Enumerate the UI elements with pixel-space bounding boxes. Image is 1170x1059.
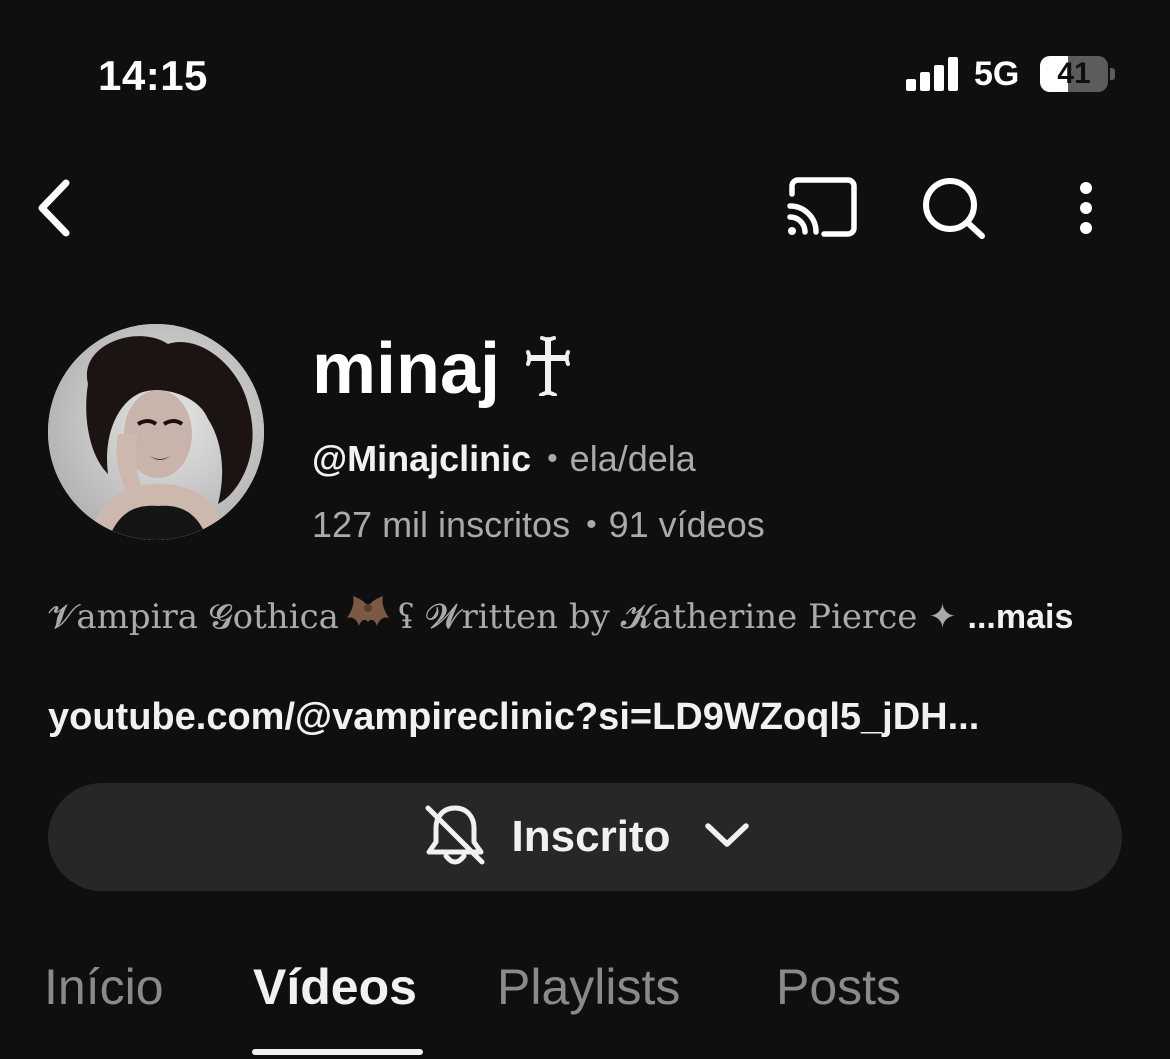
separator-dot: • <box>586 508 597 541</box>
cast-icon[interactable] <box>784 176 860 238</box>
tab-videos[interactable]: Vídeos <box>253 958 417 1016</box>
chevron-down-icon <box>704 820 750 855</box>
search-icon[interactable] <box>918 174 990 242</box>
channel-meta-row: @Minajclinic • ela/dela <box>312 438 696 480</box>
subscriber-count: 127 mil inscritos <box>312 504 571 545</box>
description-more-link[interactable]: ...mais <box>968 598 1074 636</box>
subscribed-label: Inscrito <box>511 812 671 861</box>
active-tab-indicator <box>252 1049 423 1055</box>
chevron-left-icon[interactable] <box>30 175 86 241</box>
status-time: 14:15 <box>98 52 208 99</box>
battery-icon: 41 <box>1040 56 1108 92</box>
bat-icon <box>345 592 391 638</box>
channel-stats-row: 127 mil inscritos • 91 vídeos <box>312 504 765 546</box>
subscribed-button[interactable]: Inscrito <box>48 783 1122 891</box>
battery-percent: 41 <box>1057 57 1091 90</box>
separator-dot: • <box>547 442 558 475</box>
description-text-start: 𝓥ampira 𝓖othica <box>48 597 339 637</box>
bell-off-icon <box>420 800 490 875</box>
channel-avatar[interactable] <box>48 324 264 540</box>
more-vertical-icon[interactable] <box>1064 178 1108 238</box>
video-count: 91 vídeos <box>608 504 765 545</box>
channel-handle[interactable]: @Minajclinic <box>312 438 531 479</box>
network-type: 5G <box>974 55 1020 93</box>
cellular-signal-icon <box>906 57 958 91</box>
sparkle-icon: ✦ <box>928 598 957 636</box>
channel-description[interactable]: 𝓥ampira 𝓖othica ʢ 𝓦ritten by 𝓚atherine Pi… <box>48 592 1073 638</box>
cross-icon <box>524 336 572 397</box>
tab-inicio[interactable]: Início <box>44 958 164 1016</box>
channel-name: minaj <box>312 329 501 409</box>
tab-playlists[interactable]: Playlists <box>497 958 680 1016</box>
description-text-end: ʢ 𝓦ritten by 𝓚atherine Pierce <box>396 597 918 637</box>
battery-cap <box>1110 68 1115 80</box>
tab-posts[interactable]: Posts <box>776 958 901 1016</box>
channel-link[interactable]: youtube.com/@vampireclinic?si=LD9WZoql5_… <box>48 696 979 739</box>
channel-pronouns: ela/dela <box>569 438 696 479</box>
